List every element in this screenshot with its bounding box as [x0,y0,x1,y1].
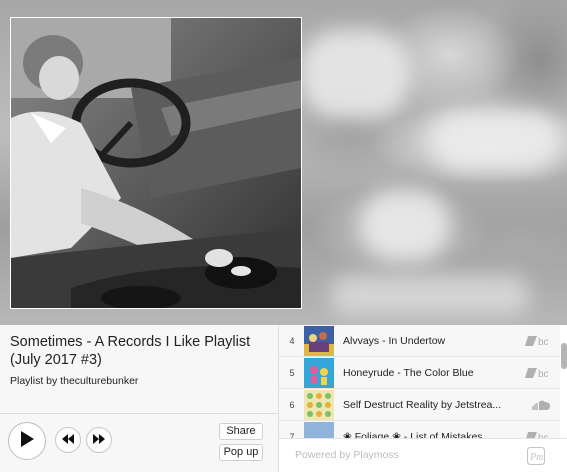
powered-by-label: Powered by [295,449,351,461]
track-row[interactable]: 4 Alvvays - In Undertow bc [279,325,560,357]
track-list-scrollbar[interactable] [560,325,567,438]
scrollbar-thumb[interactable] [561,343,567,369]
track-title: Honeyrude - The Color Blue [343,367,474,379]
track-number: 6 [289,400,295,410]
playlist-info-panel: Sometimes - A Records I Like Playlist (J… [0,325,279,472]
playmoss-logo-icon[interactable]: Pm [527,447,545,465]
track-title: Self Destruct Reality by Jetstrea... [343,399,502,411]
soundcloud-icon [529,398,551,412]
share-button[interactable]: Share [219,423,263,440]
powered-by[interactable]: Powered by Playmoss [295,449,399,461]
track-list-panel: 4 Alvvays - In Undertow bc 5 Honeyrude -… [279,325,567,472]
playlist-byline[interactable]: Playlist by theculturebunker [10,375,138,387]
bandcamp-icon: bc [525,430,551,438]
playlist-title: Sometimes - A Records I Like Playlist (J… [10,334,251,368]
brand-name: Playmoss [353,449,399,461]
popup-button[interactable]: Pop up [219,444,263,461]
track-title: ❀ Foliage ❀ - List of Mistakes [343,431,483,438]
track-row[interactable]: 6 Self Destruct Reality by Jetstrea... [279,389,560,421]
track-number: 7 [289,432,295,438]
track-thumbnail [304,358,334,388]
playlist-cover-image [10,17,302,309]
footer: Powered by Playmoss Pm [279,438,567,472]
track-thumbnail [304,326,334,356]
rewind-icon [61,431,75,449]
track-title: Alvvays - In Undertow [343,335,446,347]
svg-text:bc: bc [538,369,549,380]
track-number: 4 [289,336,295,346]
track-list: 4 Alvvays - In Undertow bc 5 Honeyrude -… [279,325,560,438]
track-thumbnail [304,422,334,438]
svg-text:bc: bc [538,337,549,348]
previous-track-button[interactable] [55,427,81,453]
track-row[interactable]: 7 ❀ Foliage ❀ - List of Mistakes bc [279,421,560,438]
svg-text:Pm: Pm [529,452,543,463]
track-number: 5 [289,368,295,378]
fast-forward-icon [92,431,106,449]
bandcamp-icon: bc [525,366,551,380]
play-button[interactable] [8,422,46,460]
next-track-button[interactable] [86,427,112,453]
track-thumbnail [304,390,334,420]
bandcamp-icon: bc [525,334,551,348]
divider [0,413,279,414]
track-row[interactable]: 5 Honeyrude - The Color Blue bc [279,357,560,389]
play-icon [19,430,35,453]
